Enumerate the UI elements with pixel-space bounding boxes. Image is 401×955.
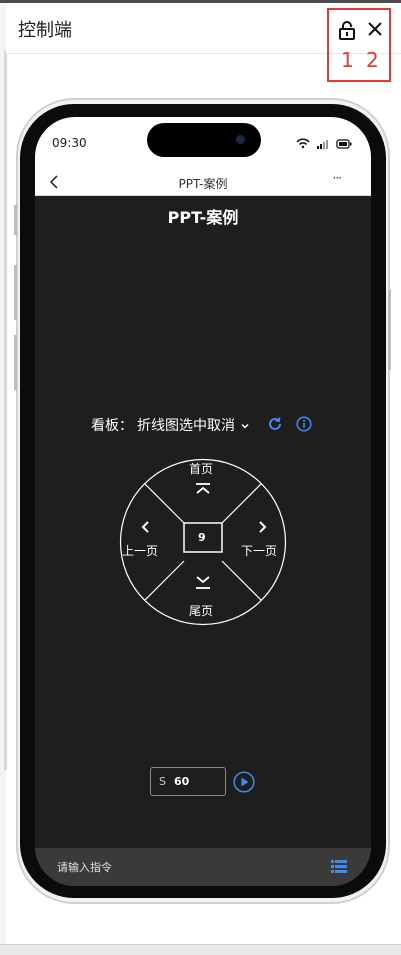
board-select[interactable]: 折线图选中取消 xyxy=(137,415,250,435)
wifi-icon xyxy=(296,138,310,149)
next-page-label: 下一页 xyxy=(241,544,278,558)
phone-side-button xyxy=(388,290,391,370)
lock-icon[interactable] xyxy=(338,20,356,40)
page-title: 控制端 xyxy=(18,20,72,41)
current-page-number[interactable]: 9 xyxy=(198,531,206,544)
command-input[interactable]: 请输入指令 xyxy=(57,859,112,875)
seconds-prefix: S xyxy=(159,775,166,788)
app-title: PPT-案例 xyxy=(167,208,239,227)
app-area: PPT-案例 看板： 折线图选中取消 首页 上一页 下一页 尾页 9 S 60 … xyxy=(35,196,371,886)
close-icon[interactable] xyxy=(366,20,384,38)
info-icon[interactable] xyxy=(296,416,312,432)
phone-side-button xyxy=(14,265,17,320)
command-bar: 请输入指令 xyxy=(35,848,371,886)
status-icons xyxy=(296,138,352,149)
battery-icon xyxy=(336,139,352,149)
annotation-marker-1: 1 xyxy=(341,48,354,72)
seconds-input[interactable]: S 60 xyxy=(150,767,226,796)
camera-icon xyxy=(236,135,245,144)
left-panel-divider xyxy=(4,50,7,770)
signal-icon xyxy=(317,140,328,149)
dynamic-island xyxy=(147,123,261,157)
previous-page-label: 上一页 xyxy=(122,544,159,558)
phone-side-button xyxy=(14,335,17,390)
header-icon-group: 1 2 xyxy=(327,8,391,82)
more-options-button[interactable]: ··· xyxy=(333,171,343,185)
board-row: 看板： 折线图选中取消 xyxy=(91,415,331,435)
refresh-icon[interactable] xyxy=(267,416,283,432)
board-value: 折线图选中取消 xyxy=(137,418,235,434)
bottom-scroll-bar xyxy=(0,944,401,955)
control-header: 控制端 1 2 xyxy=(6,3,401,82)
phone-screen: 09:30 PPT-案例 ··· PPT-案例 看板： 折线图选中取消 首页 上… xyxy=(35,117,371,886)
board-label: 看板： xyxy=(91,418,133,434)
annotation-marker-2: 2 xyxy=(366,48,379,72)
phone-side-button xyxy=(14,205,17,235)
seconds-value: 60 xyxy=(174,775,190,788)
page: 控制端 1 2 09:30 PPT-案例 ··· PPT-案例 看板： 折线图选… xyxy=(0,0,401,955)
status-time: 09:30 xyxy=(52,136,87,150)
nav-title: PPT-案例 xyxy=(178,177,228,191)
page-control-wheel: 首页 上一页 下一页 尾页 9 xyxy=(119,458,287,626)
play-icon[interactable] xyxy=(233,771,255,793)
list-menu-icon[interactable] xyxy=(331,860,347,873)
first-page-label: 首页 xyxy=(189,462,214,476)
last-page-label: 尾页 xyxy=(189,604,214,618)
nav-bar: PPT-案例 ··· xyxy=(35,169,371,196)
chevron-down-icon xyxy=(241,423,249,429)
